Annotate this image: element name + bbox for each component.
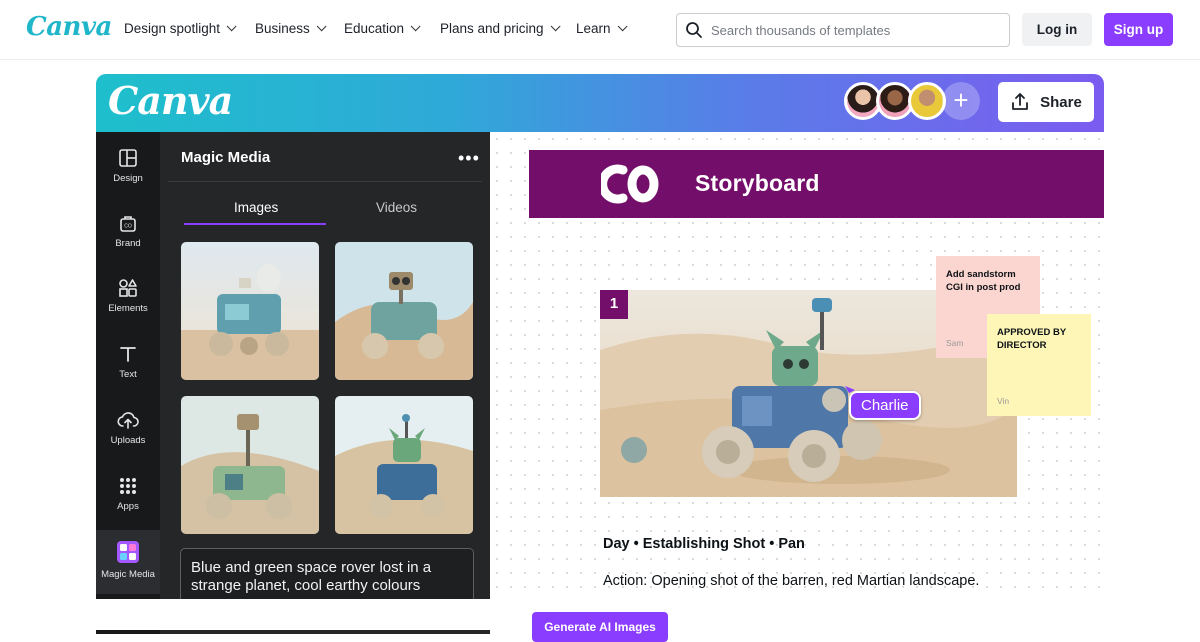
sticky-note-text: APPROVED BY DIRECTOR <box>997 327 1066 351</box>
nav-design-spotlight[interactable]: Design spotlight <box>124 21 237 36</box>
signup-button[interactable]: Sign up <box>1104 13 1173 46</box>
more-options-icon[interactable]: ••• <box>458 148 480 169</box>
layout-icon <box>119 149 137 167</box>
canva-logo[interactable]: Canva <box>26 12 112 42</box>
chevron-down-icon <box>410 21 421 32</box>
rail-item-brand[interactable]: CO Brand <box>96 213 160 249</box>
scene-action-text: Action: Opening shot of the barren, red … <box>603 573 980 589</box>
collaborator-cursor-label: Charlie <box>849 391 921 420</box>
magic-media-icon <box>117 541 139 563</box>
search-icon <box>686 22 702 38</box>
storyboard-banner: Storyboard <box>529 150 1104 218</box>
nav-plans-and-pricing[interactable]: Plans and pricing <box>440 21 561 36</box>
rail-item-apps[interactable]: Apps <box>96 476 160 512</box>
rail-item-uploads[interactable]: Uploads <box>96 410 160 446</box>
rail-item-magic-media[interactable]: Magic Media <box>96 530 160 594</box>
generated-image-thumbnail[interactable] <box>181 396 319 534</box>
editor-header: Canva + Share <box>96 74 1104 132</box>
storyboard-title: Storyboard <box>695 170 820 196</box>
collaborator-avatars: + <box>844 82 980 120</box>
generated-image-thumbnail[interactable] <box>335 242 473 380</box>
design-canvas[interactable]: Storyboard 1 Add sandstorm CGI in post p… <box>490 132 1104 634</box>
generated-image-thumbnail[interactable] <box>181 242 319 380</box>
rail-item-design[interactable]: Design <box>96 148 160 184</box>
sticky-note-author: Vin <box>997 396 1010 406</box>
nav-business[interactable]: Business <box>255 21 327 36</box>
nav-education[interactable]: Education <box>344 21 421 36</box>
editor-logo: Canva <box>108 78 233 123</box>
editor-preview: Canva + Share Design CO Brand Elements T… <box>96 74 1104 634</box>
login-button[interactable]: Log in <box>1022 13 1092 46</box>
sticky-note[interactable]: APPROVED BY DIRECTOR Vin <box>987 314 1091 416</box>
text-icon <box>120 347 136 362</box>
rail-item-elements[interactable]: Elements <box>96 278 160 314</box>
search-input[interactable] <box>711 22 991 38</box>
brand-mark-icon <box>601 164 659 204</box>
tab-videos[interactable]: Videos <box>376 200 417 215</box>
top-navigation: Canva Design spotlight Business Educatio… <box>0 0 1200 60</box>
share-button[interactable]: Share <box>998 82 1094 122</box>
chevron-down-icon <box>617 21 628 32</box>
scene-number-badge: 1 <box>600 290 628 319</box>
panel-title: Magic Media <box>181 149 271 166</box>
editor-side-rail: Design CO Brand Elements Text Uploads Ap… <box>96 132 160 634</box>
avatar[interactable] <box>908 82 946 120</box>
sticky-note-author: Sam <box>946 338 964 348</box>
active-tab-indicator <box>184 223 326 225</box>
brand-kit-icon: CO <box>120 216 136 232</box>
apps-grid-icon <box>120 478 136 494</box>
scene-heading: Day • Establishing Shot • Pan <box>603 536 805 552</box>
tab-images[interactable]: Images <box>234 200 278 215</box>
chevron-down-icon <box>550 21 561 32</box>
template-search <box>676 13 1010 47</box>
divider <box>168 181 482 182</box>
magic-media-panel: Magic Media ••• Images Videos Blue and g… <box>160 132 490 634</box>
shapes-icon <box>119 279 137 297</box>
rail-item-text[interactable]: Text <box>96 344 160 380</box>
chevron-down-icon <box>316 21 327 32</box>
add-collaborator-icon[interactable]: + <box>942 82 980 120</box>
cloud-upload-icon <box>117 412 139 429</box>
nav-learn[interactable]: Learn <box>576 21 628 36</box>
share-icon <box>1012 93 1029 110</box>
svg-text:CO: CO <box>124 224 132 230</box>
sticky-note-text: Add sandstorm CGI in post prod <box>946 269 1021 293</box>
generated-image-thumbnail[interactable] <box>335 396 473 534</box>
generate-ai-images-button[interactable]: Generate AI Images <box>532 612 668 642</box>
chevron-down-icon <box>226 21 237 32</box>
